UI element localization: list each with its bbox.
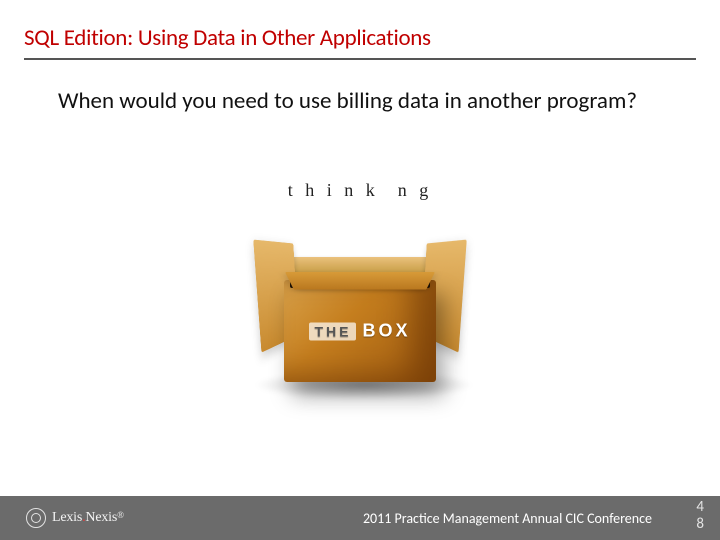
box-body: THE BOX bbox=[284, 280, 436, 382]
box-label-big: BOX bbox=[362, 321, 410, 341]
box-label-small: THE bbox=[309, 323, 356, 341]
logo-mark-icon bbox=[26, 508, 46, 528]
slide-title: SQL Edition: Using Data in Other Applica… bbox=[24, 24, 696, 52]
footer-bar: Lexis.Nexis® 2011 Practice Management An… bbox=[0, 496, 720, 540]
letters-right: n g bbox=[398, 180, 433, 201]
body-question: When would you need to use billing data … bbox=[58, 88, 640, 114]
registered-icon: ® bbox=[117, 510, 124, 520]
box-label: THE BOX bbox=[284, 321, 436, 342]
logo-prefix: Lexis bbox=[52, 510, 82, 525]
thinking-outside-the-box-image: t h i n k n g THE BOX bbox=[194, 168, 526, 438]
letters-left: t h i n k bbox=[288, 180, 379, 201]
page-number: 4 8 bbox=[696, 499, 704, 533]
box-flap-back bbox=[285, 257, 435, 272]
slide: SQL Edition: Using Data in Other Applica… bbox=[0, 0, 720, 540]
title-bar: SQL Edition: Using Data in Other Applica… bbox=[24, 24, 696, 60]
page-number-bottom: 8 bbox=[696, 516, 704, 533]
thinking-letters: t h i n k n g bbox=[214, 180, 506, 201]
logo-suffix: Nexis bbox=[85, 510, 117, 525]
footer-caption: 2011 Practice Management Annual CIC Conf… bbox=[363, 510, 652, 527]
page-number-top: 4 bbox=[696, 499, 704, 516]
cardboard-box-icon: THE BOX bbox=[284, 242, 436, 382]
box-flap-front bbox=[285, 272, 435, 290]
logo-text: Lexis.Nexis® bbox=[52, 510, 124, 526]
lexisnexis-logo: Lexis.Nexis® bbox=[26, 508, 124, 528]
